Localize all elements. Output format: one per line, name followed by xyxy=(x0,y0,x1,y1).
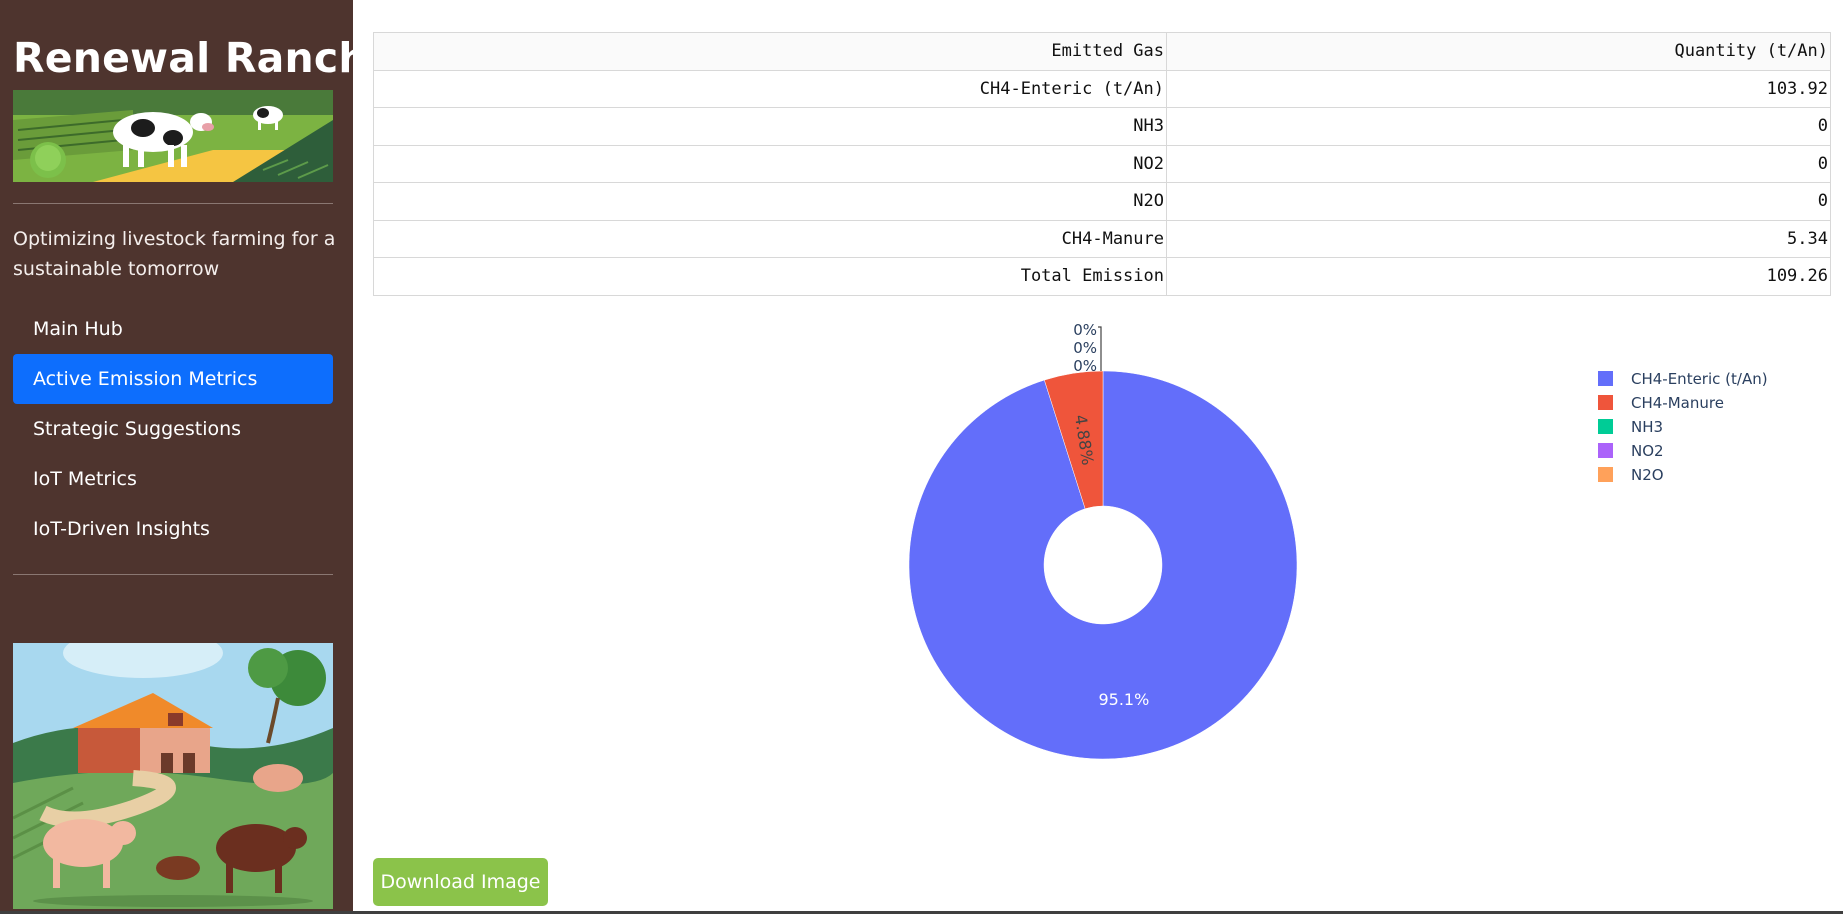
table-row: N2O 0 xyxy=(373,182,1831,221)
legend-item-4[interactable]: N2O xyxy=(1598,466,1664,484)
gas-cell: Total Emission xyxy=(373,257,1167,296)
legend-label-0: CH4-Enteric (t/An) xyxy=(1631,370,1768,388)
sidebar: Renewal Ranch Optimizing livestock farmi… xyxy=(0,0,368,914)
nav-item-iot-metrics[interactable]: IoT Metrics xyxy=(13,454,333,504)
legend-swatch-4 xyxy=(1598,467,1613,482)
quantity-cell: 109.26 xyxy=(1166,257,1831,296)
table-row: Total Emission 109.26 xyxy=(373,257,1831,296)
farm-illustration xyxy=(13,643,333,909)
quantity-cell: 0 xyxy=(1166,144,1831,183)
legend-swatch-3 xyxy=(1598,443,1613,458)
legend-label-1: CH4-Manure xyxy=(1631,394,1724,412)
nav-item-active-emission-metrics[interactable]: Active Emission Metrics xyxy=(13,354,333,404)
column-header-quantity: Quantity (t/An) xyxy=(1166,32,1831,71)
table-row: NO2 0 xyxy=(373,144,1831,183)
quantity-cell: 0 xyxy=(1166,107,1831,146)
sidebar-nav: Main Hub Active Emission Metrics Strateg… xyxy=(13,304,333,554)
slice-label-0: 95.1% xyxy=(1098,690,1149,709)
legend-item-1[interactable]: CH4-Manure xyxy=(1598,394,1724,412)
brand-title: Renewal Ranch xyxy=(13,34,368,82)
table-header-row: Emitted Gas Quantity (t/An) xyxy=(373,32,1831,71)
emissions-donut-chart: 95.1% 4.88% 0% 0% 0% CH4-Enteric (t/An) CH4-Ma… xyxy=(353,300,1843,780)
quantity-cell: 103.92 xyxy=(1166,69,1831,108)
emissions-table: Emitted Gas Quantity (t/An) CH4-Enteric … xyxy=(373,32,1831,296)
gas-cell: NO2 xyxy=(373,144,1167,183)
nav-item-iot-driven-insights[interactable]: IoT-Driven Insights xyxy=(13,504,333,554)
zero-slice-label-3: 0% xyxy=(1073,339,1097,357)
table-row: CH4-Manure 5.34 xyxy=(373,219,1831,258)
legend-item-0[interactable]: CH4-Enteric (t/An) xyxy=(1598,370,1768,388)
legend-label-3: NO2 xyxy=(1631,442,1664,460)
legend-item-2[interactable]: NH3 xyxy=(1598,418,1663,436)
zero-slice-leader-line xyxy=(1098,326,1102,371)
download-image-button[interactable]: Download Image xyxy=(373,858,548,906)
legend-swatch-2 xyxy=(1598,419,1613,434)
gas-cell: CH4-Enteric (t/An) xyxy=(373,69,1167,108)
gas-cell: N2O xyxy=(373,182,1167,221)
cow-pasture-illustration xyxy=(13,90,333,182)
column-header-emitted-gas: Emitted Gas xyxy=(373,32,1167,71)
zero-slice-label-2: 0% xyxy=(1073,321,1097,339)
zero-slice-label-4: 0% xyxy=(1073,357,1097,375)
legend-label-2: NH3 xyxy=(1631,418,1663,436)
gas-cell: NH3 xyxy=(373,107,1167,146)
table-row: NH3 0 xyxy=(373,107,1831,146)
legend-swatch-0 xyxy=(1598,371,1613,386)
legend-swatch-1 xyxy=(1598,395,1613,410)
quantity-cell: 0 xyxy=(1166,182,1831,221)
gas-cell: CH4-Manure xyxy=(373,219,1167,258)
sidebar-divider-bottom xyxy=(13,574,333,575)
nav-item-main-hub[interactable]: Main Hub xyxy=(13,304,333,354)
tagline: Optimizing livestock farming for a susta… xyxy=(13,228,336,280)
nav-item-strategic-suggestions[interactable]: Strategic Suggestions xyxy=(13,404,333,454)
donut-chart-svg: 95.1%4.88%0%0%0%CH4-Enteric (t/An)CH4-Ma… xyxy=(908,321,1768,760)
legend-label-4: N2O xyxy=(1631,466,1664,484)
table-row: CH4-Enteric (t/An) 103.92 xyxy=(373,69,1831,108)
sidebar-divider-top xyxy=(13,203,333,204)
main-content: Emitted Gas Quantity (t/An) CH4-Enteric … xyxy=(353,0,1843,914)
quantity-cell: 5.34 xyxy=(1166,219,1831,258)
legend-item-3[interactable]: NO2 xyxy=(1598,442,1664,460)
